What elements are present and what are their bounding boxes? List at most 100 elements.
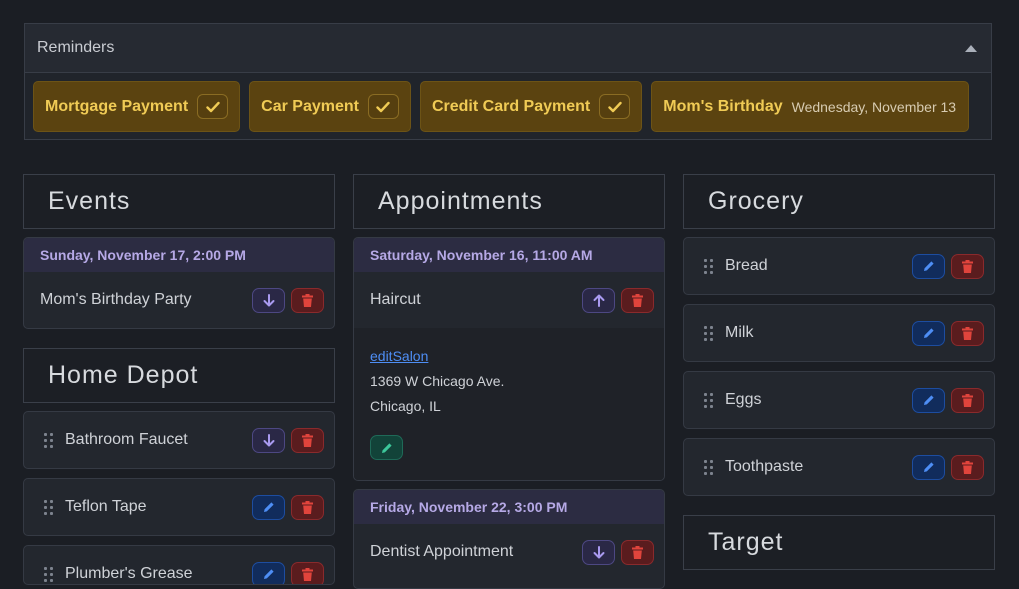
reminder-label: Credit Card Payment xyxy=(431,97,591,115)
delete-button[interactable] xyxy=(951,387,984,413)
appointments-title: Appointments xyxy=(378,187,543,215)
check-icon xyxy=(205,101,220,112)
appointments-header: Appointments xyxy=(353,174,665,229)
trash-icon xyxy=(302,433,313,447)
reminders-title: Reminders xyxy=(37,39,115,56)
reminder-chip: Credit Card Payment xyxy=(419,81,643,132)
home-depot-header: Home Depot xyxy=(23,348,335,403)
appointment-date: Friday, November 22, 3:00 PM xyxy=(354,490,664,524)
appointment-label: Dentist Appointment xyxy=(370,543,514,560)
salon-link[interactable]: editSalon xyxy=(370,348,428,364)
delete-button[interactable] xyxy=(621,287,654,313)
arrow-down-icon xyxy=(263,433,274,446)
check-icon xyxy=(608,101,622,112)
event-card: Sunday, November 17, 2:00 PM Mom's Birth… xyxy=(23,237,335,329)
target-title: Target xyxy=(708,528,784,556)
reminder-label: Mortgage Payment xyxy=(45,97,189,115)
events-title: Events xyxy=(48,187,131,215)
list-item[interactable]: Toothpaste xyxy=(683,438,995,496)
delete-button[interactable] xyxy=(291,287,324,313)
appointment-card: Friday, November 22, 3:00 PM Dentist App… xyxy=(353,489,665,589)
list-item-label: Toothpaste xyxy=(725,458,804,475)
edit-button[interactable] xyxy=(252,561,285,584)
delete-button[interactable] xyxy=(951,320,984,346)
address-line-2: Chicago, IL xyxy=(370,398,441,414)
reminders-panel: Reminders Mortgage Payment Car Payment C… xyxy=(24,23,992,140)
check-button[interactable] xyxy=(599,94,631,119)
drag-handle-icon[interactable] xyxy=(44,432,53,448)
delete-button[interactable] xyxy=(951,454,984,480)
trash-icon xyxy=(962,460,973,474)
grocery-header: Grocery xyxy=(683,174,995,229)
trash-icon xyxy=(632,545,643,559)
list-item-label: Eggs xyxy=(725,391,762,408)
edit-button[interactable] xyxy=(370,435,403,460)
move-down-button[interactable] xyxy=(252,427,285,453)
list-item-label: Bread xyxy=(725,257,768,274)
trash-icon xyxy=(632,293,643,307)
list-item[interactable]: Plumber's Grease xyxy=(23,545,335,585)
drag-handle-icon[interactable] xyxy=(704,459,713,475)
list-item[interactable]: Bathroom Faucet xyxy=(23,411,335,469)
reminder-date: Wednesday, November 13 xyxy=(791,98,957,115)
appointment-label: Haircut xyxy=(370,291,421,308)
reminder-chip: Car Payment xyxy=(249,81,411,132)
address-line-1: 1369 W Chicago Ave. xyxy=(370,373,505,389)
reminder-label: Mom's Birthday xyxy=(663,97,783,115)
drag-handle-icon[interactable] xyxy=(704,325,713,341)
list-item-label: Teflon Tape xyxy=(65,498,147,515)
grocery-title: Grocery xyxy=(708,187,804,215)
edit-button[interactable] xyxy=(252,494,285,520)
event-date: Sunday, November 17, 2:00 PM xyxy=(24,238,334,272)
target-header: Target xyxy=(683,515,995,570)
pencil-icon xyxy=(263,569,274,579)
reminders-header[interactable]: Reminders xyxy=(25,24,991,73)
move-down-button[interactable] xyxy=(252,287,285,313)
check-button[interactable] xyxy=(367,94,399,119)
events-header: Events xyxy=(23,174,335,229)
edit-button[interactable] xyxy=(912,454,945,480)
edit-button[interactable] xyxy=(912,253,945,279)
appointment-date: Saturday, November 16, 11:00 AM xyxy=(354,238,664,272)
check-button[interactable] xyxy=(197,94,229,119)
drag-handle-icon[interactable] xyxy=(44,499,53,515)
delete-button[interactable] xyxy=(621,539,654,565)
trash-icon xyxy=(302,293,313,307)
reminder-chip: Mortgage Payment xyxy=(33,81,241,132)
pencil-icon xyxy=(923,328,934,338)
trash-icon xyxy=(962,393,973,407)
trash-icon xyxy=(302,567,313,581)
pencil-icon xyxy=(381,442,392,453)
drag-handle-icon[interactable] xyxy=(704,392,713,408)
trash-icon xyxy=(962,259,973,273)
drag-handle-icon[interactable] xyxy=(704,258,713,274)
edit-button[interactable] xyxy=(912,387,945,413)
trash-icon xyxy=(962,326,973,340)
list-item-label: Milk xyxy=(725,324,754,341)
drag-handle-icon[interactable] xyxy=(44,566,53,582)
pencil-icon xyxy=(923,462,934,472)
list-item[interactable]: Teflon Tape xyxy=(23,478,335,536)
appointment-card: Saturday, November 16, 11:00 AM Haircut … xyxy=(353,237,665,481)
edit-button[interactable] xyxy=(912,320,945,346)
list-item-label: Bathroom Faucet xyxy=(65,431,188,448)
arrow-up-icon xyxy=(593,294,604,307)
delete-button[interactable] xyxy=(291,561,324,584)
chevron-up-icon[interactable] xyxy=(965,44,977,52)
delete-button[interactable] xyxy=(291,494,324,520)
check-icon xyxy=(376,101,391,112)
collapse-button[interactable] xyxy=(582,287,615,313)
list-item[interactable]: Milk xyxy=(683,304,995,362)
trash-icon xyxy=(302,500,313,514)
list-item[interactable]: Bread xyxy=(683,237,995,295)
event-label: Mom's Birthday Party xyxy=(40,291,192,308)
pencil-icon xyxy=(923,261,934,271)
list-item[interactable]: Eggs xyxy=(683,371,995,429)
reminder-chip: Mom's Birthday Wednesday, November 13 xyxy=(651,81,970,132)
delete-button[interactable] xyxy=(951,253,984,279)
pencil-icon xyxy=(263,502,274,512)
move-down-button[interactable] xyxy=(582,539,615,565)
reminder-label: Car Payment xyxy=(261,97,359,115)
arrow-down-icon xyxy=(593,545,604,558)
delete-button[interactable] xyxy=(291,427,324,453)
